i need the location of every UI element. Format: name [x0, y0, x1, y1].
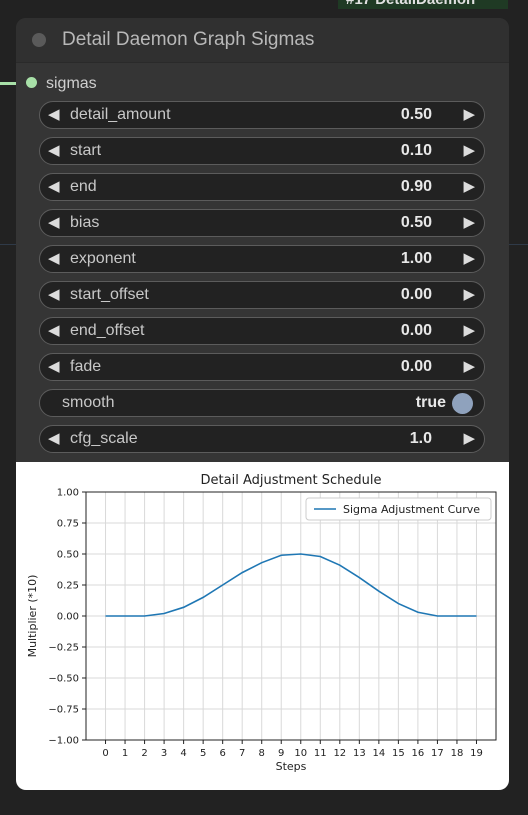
y-tick-label: −0.75 [48, 705, 79, 716]
x-tick-label: 10 [294, 748, 307, 759]
x-tick-label: 3 [161, 748, 167, 759]
x-tick-label: 19 [470, 748, 483, 759]
x-tick-label: 13 [353, 748, 366, 759]
widget-label: smooth [62, 394, 115, 411]
x-tick-label: 12 [333, 748, 346, 759]
widget-label: fade [70, 358, 102, 375]
x-tick-label: 14 [372, 748, 385, 759]
node-title: Detail Daemon Graph Sigmas [62, 29, 315, 50]
widget-value: 1.00 [400, 250, 432, 267]
increment-arrow-icon[interactable]: ▶ [463, 177, 475, 197]
widget-value: 0.00 [400, 358, 432, 375]
chart-title: Detail Adjustment Schedule [201, 473, 382, 488]
y-tick-label: −1.00 [48, 736, 79, 747]
y-tick-label: 1.00 [57, 488, 79, 499]
x-tick-label: 0 [102, 748, 108, 759]
x-tick-label: 17 [431, 748, 444, 759]
widget-value: true [415, 394, 446, 411]
widget-value: 0.90 [400, 178, 432, 195]
widget-start[interactable]: ◀ start 0.10 ▶ [39, 137, 485, 165]
widget-label: exponent [70, 250, 136, 267]
chart-panel: 0 1 2 3 4 5 6 7 8 9 10 11 12 13 14 15 16 17 18 19 1.00 0.75 0.… [16, 462, 509, 790]
increment-arrow-icon[interactable]: ▶ [463, 321, 475, 341]
widget-value: 0.10 [400, 142, 432, 159]
widget-label: end_offset [70, 322, 145, 339]
y-tick-label: 0.50 [57, 550, 79, 561]
x-tick-label: 18 [451, 748, 464, 759]
output-label: sigmas [46, 75, 97, 92]
collapse-dot-icon[interactable] [32, 33, 46, 47]
toggle-knob-icon[interactable] [452, 393, 473, 414]
canvas-grid-line [0, 244, 16, 245]
x-tick-label: 7 [239, 748, 245, 759]
y-axis-label: Multiplier (*10) [26, 575, 39, 658]
adjacent-node-title-text: #17 DetailDaemon [346, 0, 475, 8]
x-tick-label: 11 [314, 748, 327, 759]
y-tick-label: 0.75 [57, 519, 79, 530]
y-tick-label: −0.25 [48, 643, 79, 654]
decrement-arrow-icon[interactable]: ◀ [48, 285, 60, 305]
x-tick-label: 5 [200, 748, 206, 759]
increment-arrow-icon[interactable]: ▶ [463, 357, 475, 377]
widget-label: bias [70, 214, 100, 231]
adjacent-node-title[interactable]: #17 DetailDaemon [338, 0, 508, 9]
increment-arrow-icon[interactable]: ▶ [463, 141, 475, 161]
legend-label: Sigma Adjustment Curve [343, 503, 480, 516]
widget-label: end [70, 178, 97, 195]
widget-value: 0.00 [400, 286, 432, 303]
widget-bias[interactable]: ◀ bias 0.50 ▶ [39, 209, 485, 237]
x-tick-label: 16 [412, 748, 425, 759]
x-tick-label: 2 [141, 748, 147, 759]
widget-end[interactable]: ◀ end 0.90 ▶ [39, 173, 485, 201]
y-tick-label: 0.25 [57, 581, 79, 592]
x-tick-label: 4 [180, 748, 186, 759]
widget-label: detail_amount [70, 106, 171, 123]
x-tick-label: 15 [392, 748, 405, 759]
y-tick-label: −0.50 [48, 674, 79, 685]
decrement-arrow-icon[interactable]: ◀ [48, 429, 60, 449]
increment-arrow-icon[interactable]: ▶ [463, 213, 475, 233]
decrement-arrow-icon[interactable]: ◀ [48, 357, 60, 377]
increment-arrow-icon[interactable]: ▶ [463, 105, 475, 125]
widget-value: 0.00 [400, 322, 432, 339]
canvas-grid-line [509, 244, 528, 245]
decrement-arrow-icon[interactable]: ◀ [48, 105, 60, 125]
widget-start-offset[interactable]: ◀ start_offset 0.00 ▶ [39, 281, 485, 309]
y-tick-label: 0.00 [57, 612, 79, 623]
increment-arrow-icon[interactable]: ▶ [463, 429, 475, 449]
widget-detail-amount[interactable]: ◀ detail_amount 0.50 ▶ [39, 101, 485, 129]
decrement-arrow-icon[interactable]: ◀ [48, 249, 60, 269]
increment-arrow-icon[interactable]: ▶ [463, 285, 475, 305]
decrement-arrow-icon[interactable]: ◀ [48, 213, 60, 233]
widget-label: start_offset [70, 286, 149, 303]
widget-label: start [70, 142, 102, 159]
x-tick-label: 1 [122, 748, 128, 759]
widget-exponent[interactable]: ◀ exponent 1.00 ▶ [39, 245, 485, 273]
schedule-chart: 0 1 2 3 4 5 6 7 8 9 10 11 12 13 14 15 16 17 18 191.000.750.… [26, 473, 497, 773]
widget-value: 0.50 [400, 214, 432, 231]
increment-arrow-icon[interactable]: ▶ [463, 249, 475, 269]
widget-label: cfg_scale [70, 430, 138, 447]
cfg-scale-widget[interactable]: ◀ cfg_scale 1.0 ▶ [39, 425, 485, 453]
widget-fade[interactable]: ◀ fade 0.00 ▶ [39, 353, 485, 381]
decrement-arrow-icon[interactable]: ◀ [48, 141, 60, 161]
node-header[interactable]: Detail Daemon Graph Sigmas [16, 18, 509, 63]
widget-end-offset[interactable]: ◀ end_offset 0.00 ▶ [39, 317, 485, 345]
detail-daemon-node[interactable]: Detail Daemon Graph Sigmas sigmas ◀ detai… [16, 18, 509, 790]
output-slot-dot[interactable] [26, 77, 37, 88]
x-tick-label: 6 [219, 748, 225, 759]
x-tick-label: 9 [278, 748, 284, 759]
decrement-arrow-icon[interactable]: ◀ [48, 321, 60, 341]
smooth-toggle[interactable]: smooth true [39, 389, 485, 417]
x-axis-label: Steps [276, 760, 307, 773]
decrement-arrow-icon[interactable]: ◀ [48, 177, 60, 197]
x-tick-label: 8 [259, 748, 265, 759]
widget-value: 1.0 [409, 430, 432, 447]
widget-value: 0.50 [400, 106, 432, 123]
